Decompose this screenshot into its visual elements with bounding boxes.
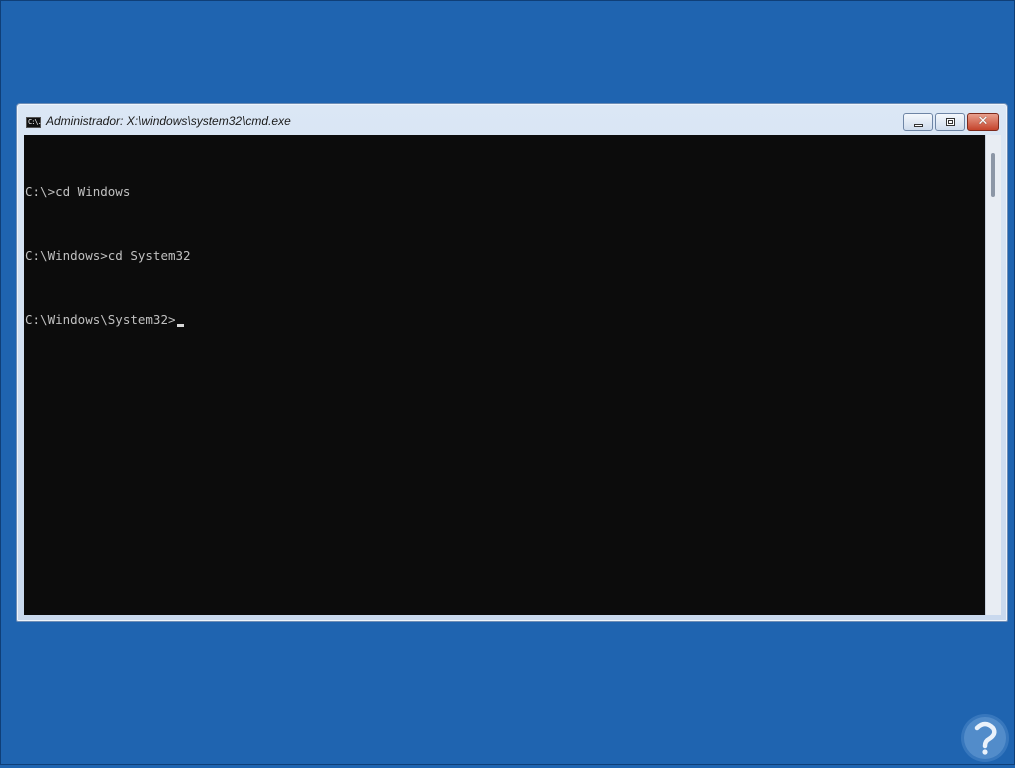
window-title: Administrador: X:\windows\system32\cmd.e…: [46, 114, 291, 128]
caption-buttons: ✕: [903, 113, 999, 131]
console-line: C:\>cd Windows: [25, 184, 131, 199]
solvetic-logo-icon: [959, 712, 1013, 764]
cmd-icon[interactable]: C:\.: [26, 117, 42, 128]
console-line: C:\Windows>cd System32: [25, 248, 191, 263]
console-prompt: C:\Windows\System32>: [25, 312, 176, 327]
minimize-icon: [914, 124, 923, 127]
restore-icon: [946, 118, 955, 126]
cmd-icon-text: C:\.: [28, 118, 42, 126]
console-prompt-line[interactable]: C:\Windows\System32>: [25, 312, 191, 328]
text-cursor: [176, 324, 184, 327]
title-bar[interactable]: C:\. Administrador: X:\windows\system32\…: [17, 104, 1007, 134]
vertical-scrollbar[interactable]: [985, 135, 1001, 615]
minimize-button[interactable]: [903, 113, 933, 131]
desktop-background: C:\. Administrador: X:\windows\system32\…: [0, 0, 1015, 765]
console-output[interactable]: C:\>cd Windows C:\Windows>cd System32 C:…: [24, 135, 985, 615]
maximize-button[interactable]: [935, 113, 965, 131]
close-icon: ✕: [977, 114, 989, 129]
console-lines: C:\>cd Windows C:\Windows>cd System32 C:…: [25, 152, 191, 376]
close-button[interactable]: ✕: [967, 113, 999, 131]
scrollbar-thumb[interactable]: [991, 153, 995, 197]
cmd-window[interactable]: C:\. Administrador: X:\windows\system32\…: [16, 103, 1008, 622]
